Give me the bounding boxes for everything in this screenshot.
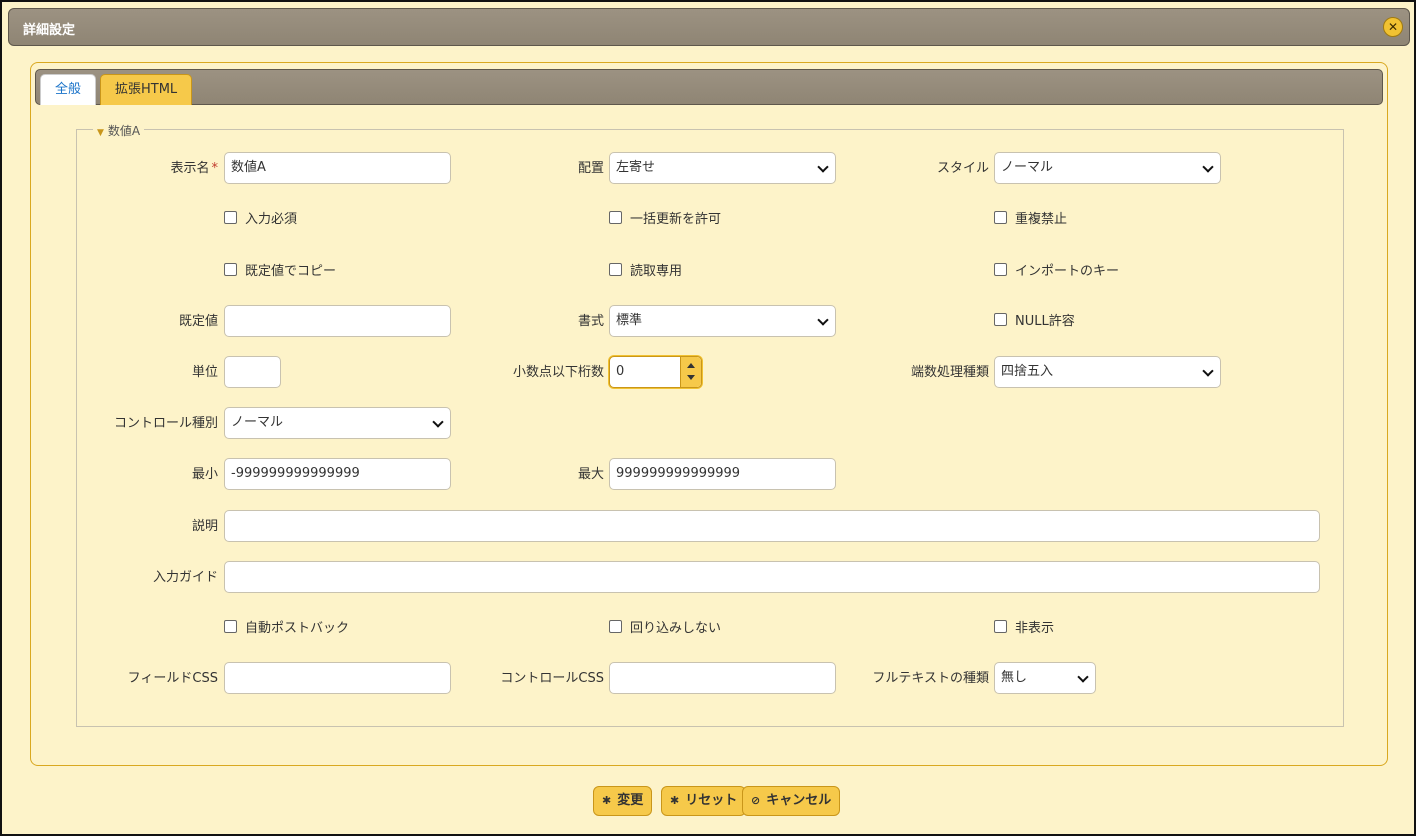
control-css-input[interactable] [609, 662, 836, 694]
decimals-value: 0 [616, 364, 625, 379]
fulltext-label: フルテキストの種類 [872, 671, 989, 686]
stepper-down-icon[interactable] [687, 375, 695, 380]
format-value: 標準 [616, 313, 643, 328]
style-label: スタイル [936, 161, 989, 176]
input-guide-label: 入力ガイド [152, 570, 218, 585]
checkbox-box[interactable] [224, 211, 237, 224]
checkbox-label: 重複禁止 [1015, 212, 1068, 227]
field-css-label: フィールドCSS [127, 671, 218, 686]
display-name-label: 表示名 * [170, 161, 219, 176]
checkbox-box[interactable] [994, 620, 1007, 633]
cancel-button-label: キャンセル [766, 793, 832, 808]
unit-label: 単位 [191, 365, 218, 380]
copy-default-checkbox[interactable]: 既定値でコピー [224, 262, 336, 282]
format-label: 書式 [577, 314, 604, 329]
description-label: 説明 [191, 519, 218, 534]
section-legend[interactable]: ▼ 数値A [93, 122, 145, 139]
change-button[interactable]: ✱ 変更 [593, 786, 653, 816]
stepper-buttons[interactable] [680, 357, 701, 387]
description-input[interactable] [224, 510, 1320, 542]
alignment-select[interactable]: 左寄せ [609, 152, 836, 184]
import-key-checkbox[interactable]: インポートのキー [994, 262, 1119, 282]
format-select[interactable]: 標準 [609, 305, 836, 337]
field-css-input[interactable] [224, 662, 451, 694]
max-label: 最大 [577, 467, 604, 482]
gear-icon: ✱ [670, 794, 680, 807]
checkbox-label: 既定値でコピー [245, 264, 337, 279]
cancel-icon: ⊘ [751, 794, 761, 807]
cancel-button[interactable]: ⊘ キャンセル [742, 786, 841, 816]
control-type-select[interactable]: ノーマル [224, 407, 451, 439]
auto-postback-checkbox[interactable]: 自動ポストバック [224, 619, 349, 639]
reset-button-label: リセット [685, 793, 738, 808]
decimals-stepper[interactable]: 0 [609, 356, 702, 388]
max-input[interactable]: 999999999999999 [609, 458, 836, 490]
no-duplicate-checkbox[interactable]: 重複禁止 [994, 210, 1067, 230]
style-value: ノーマル [1001, 160, 1054, 175]
unit-input[interactable] [224, 356, 281, 388]
control-type-label: コントロール種別 [113, 416, 218, 431]
checkbox-label: 自動ポストバック [245, 621, 350, 636]
reset-button[interactable]: ✱ リセット [661, 786, 747, 816]
default-value-input[interactable] [224, 305, 451, 337]
checkbox-label: 回り込みしない [630, 621, 722, 636]
checkbox-label: 非表示 [1015, 621, 1055, 636]
checkbox-box[interactable] [224, 620, 237, 633]
required-checkbox[interactable]: 入力必須 [224, 210, 297, 230]
close-icon[interactable]: ✕ [1383, 17, 1403, 37]
fulltext-select[interactable]: 無し [994, 662, 1096, 694]
stepper-up-icon[interactable] [687, 363, 695, 368]
hidden-checkbox[interactable]: 非表示 [994, 619, 1054, 639]
details-dialog: 詳細設定 ✕ 全般 拡張HTML ▼ 数値A 表示名 * 数値A 配置 左寄せ スタ… [0, 0, 1416, 836]
decimals-label: 小数点以下桁数 [512, 365, 604, 380]
rounding-select[interactable]: 四捨五入 [994, 356, 1221, 388]
rounding-value: 四捨五入 [1001, 364, 1054, 379]
tab-bar: 全般 拡張HTML [35, 69, 1383, 105]
control-type-value: ノーマル [231, 415, 284, 430]
fulltext-value: 無し [1001, 670, 1028, 685]
display-name-input[interactable]: 数値A [224, 152, 451, 184]
title-bar: 詳細設定 ✕ [8, 8, 1410, 46]
checkbox-box[interactable] [609, 620, 622, 633]
required-mark: * [211, 161, 219, 176]
read-only-checkbox[interactable]: 読取専用 [609, 262, 682, 282]
collapse-triangle-icon: ▼ [97, 128, 104, 138]
checkbox-box[interactable] [994, 313, 1007, 326]
min-label: 最小 [191, 467, 218, 482]
checkbox-label: 読取専用 [630, 264, 683, 279]
rounding-label: 端数処理種類 [910, 365, 989, 380]
checkbox-label: インポートのキー [1015, 264, 1120, 279]
change-button-label: 変更 [617, 793, 644, 808]
control-css-label: コントロールCSS [500, 671, 604, 686]
checkbox-box[interactable] [224, 263, 237, 276]
checkbox-box[interactable] [994, 263, 1007, 276]
default-value-label: 既定値 [178, 314, 218, 329]
gear-icon: ✱ [602, 794, 612, 807]
checkbox-label: 入力必須 [245, 212, 298, 227]
checkbox-label: NULL許容 [1015, 314, 1075, 329]
checkbox-box[interactable] [609, 263, 622, 276]
style-select[interactable]: ノーマル [994, 152, 1221, 184]
min-input[interactable]: -999999999999999 [224, 458, 451, 490]
allow-null-checkbox[interactable]: NULL許容 [994, 312, 1075, 332]
no-wrap-checkbox[interactable]: 回り込みしない [609, 619, 721, 639]
bulk-update-checkbox[interactable]: 一括更新を許可 [609, 210, 721, 230]
input-guide-input[interactable] [224, 561, 1320, 593]
checkbox-box[interactable] [994, 211, 1007, 224]
tab-extended-html[interactable]: 拡張HTML [100, 74, 193, 105]
tab-general[interactable]: 全般 [40, 74, 97, 105]
alignment-label: 配置 [577, 161, 604, 176]
checkbox-box[interactable] [609, 211, 622, 224]
dialog-title: 詳細設定 [23, 23, 76, 38]
alignment-value: 左寄せ [616, 160, 656, 175]
section-title: 数値A [107, 124, 141, 138]
checkbox-label: 一括更新を許可 [630, 212, 722, 227]
